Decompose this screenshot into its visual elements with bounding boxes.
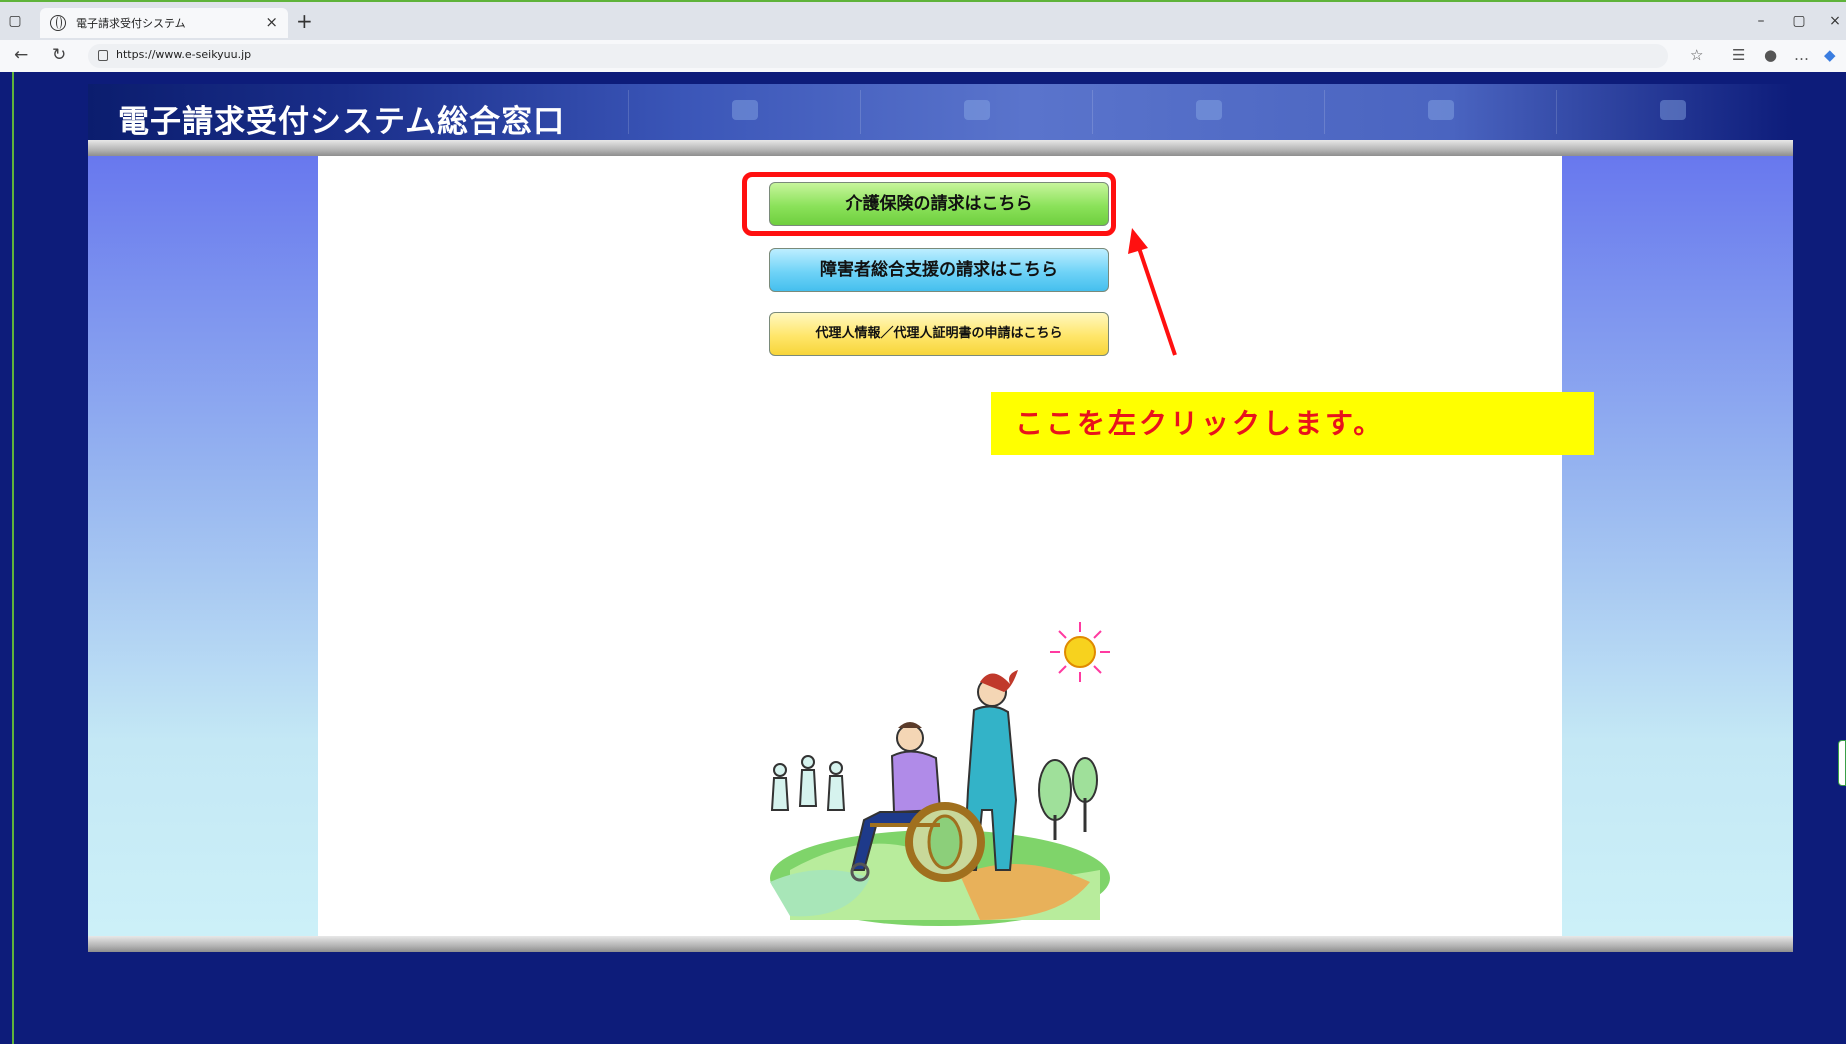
browser-tab[interactable]: 電子請求受付システム × (40, 8, 288, 38)
favorite-icon[interactable]: ☆ (1690, 46, 1703, 64)
copilot-icon[interactable]: ◆ (1824, 46, 1836, 64)
proxy-application-button[interactable]: 代理人情報／代理人証明書の申請はこちら (769, 312, 1109, 356)
back-arrow-icon[interactable]: ← (14, 45, 28, 65)
tab-close-icon[interactable]: × (265, 13, 278, 31)
minimize-icon[interactable]: – (1752, 12, 1770, 30)
bottom-divider-bar (88, 936, 1793, 952)
side-scroll-handle[interactable] (1838, 740, 1846, 786)
right-gradient-panel (1562, 156, 1793, 936)
left-gradient-panel (88, 156, 318, 936)
restore-icon[interactable]: ▢ (1790, 12, 1808, 30)
header-nav-decoration (628, 90, 1788, 134)
caregiver-illustration (770, 622, 1110, 926)
top-divider-bar (88, 140, 1793, 156)
reload-icon[interactable]: ↻ (52, 45, 66, 65)
browser-tab-bar: ▢ 電子請求受付システム × + – ▢ × (0, 0, 1846, 40)
lock-icon (98, 50, 108, 61)
globe-icon (50, 15, 66, 31)
site-header: 電子請求受付システム総合窓口 (88, 84, 1793, 140)
shogai-claim-button[interactable]: 障害者総合支援の請求はこちら (769, 248, 1109, 292)
more-icon[interactable]: … (1794, 46, 1809, 64)
tab-actions-icon[interactable]: ▢ (6, 12, 24, 30)
highlight-frame (742, 172, 1116, 236)
close-window-icon[interactable]: × (1826, 12, 1844, 30)
tab-title: 電子請求受付システム (76, 17, 186, 30)
new-tab-icon[interactable]: + (296, 9, 313, 33)
address-bar-row: ← ↻ https://www.e-seikyuu.jp ☆ ☰ ● … ◆ (0, 40, 1846, 72)
annotation-callout: ここを左クリックします。 (991, 392, 1594, 455)
collections-icon[interactable]: ☰ (1732, 46, 1745, 64)
url-text: https://www.e-seikyuu.jp (116, 48, 252, 61)
url-field[interactable]: https://www.e-seikyuu.jp (88, 44, 1668, 68)
page-title: 電子請求受付システム総合窓口 (118, 104, 566, 140)
profile-icon[interactable]: ● (1764, 46, 1777, 64)
